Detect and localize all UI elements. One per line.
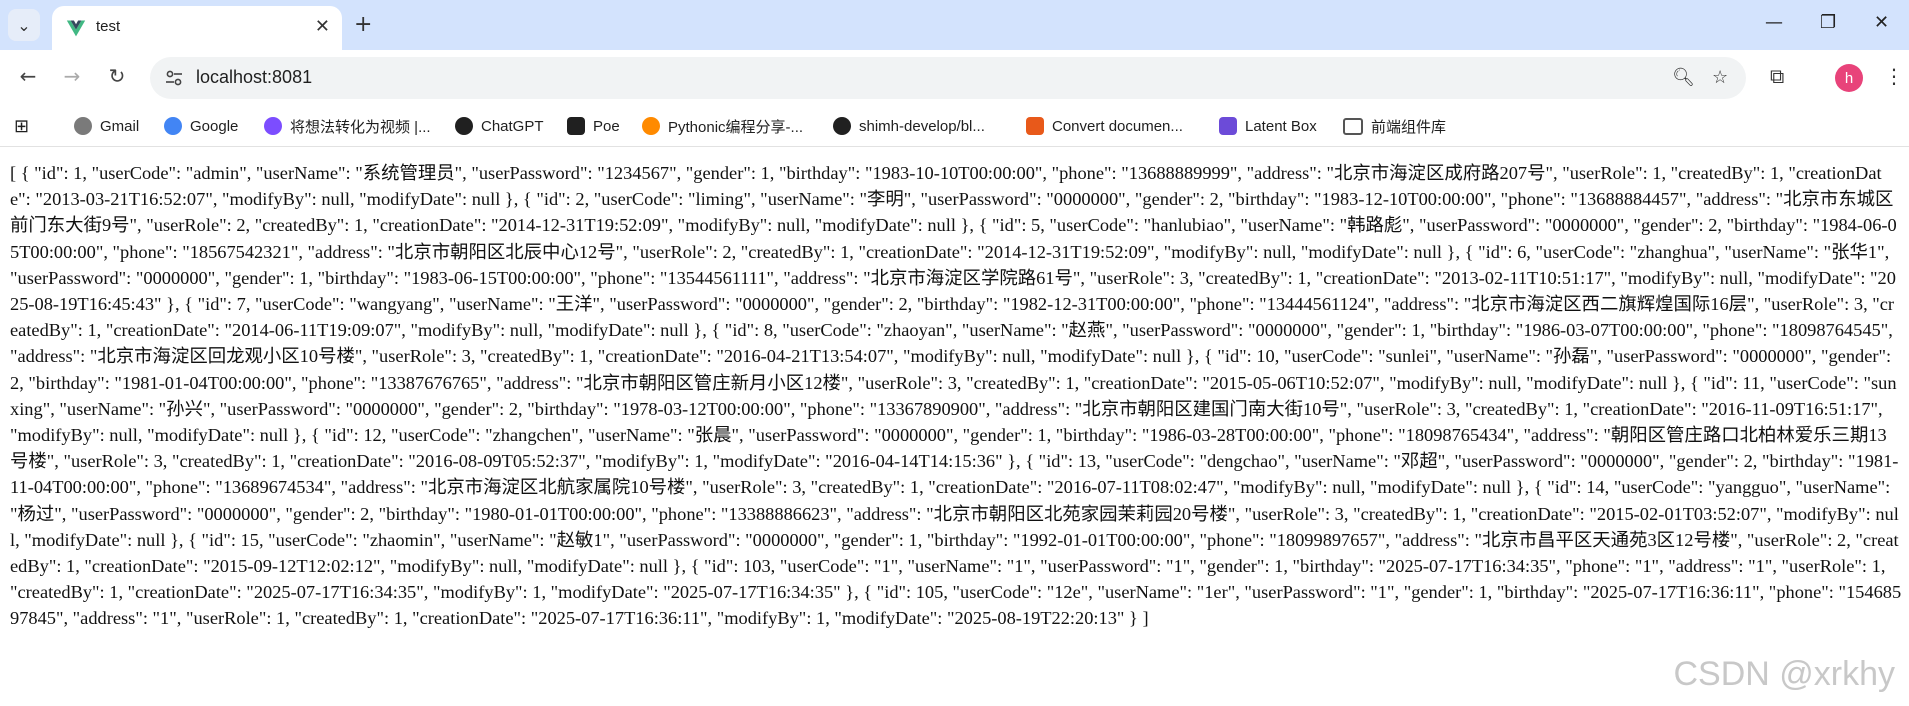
bookmark-github[interactable]: shimh-develop/bl... [833, 115, 985, 137]
bookmark-folder[interactable]: 前端组件库 [1343, 115, 1446, 137]
reload-icon[interactable]: ↻ [103, 64, 131, 88]
json-response: [ { "id": 1, "userCode": "admin", "userN… [10, 163, 1902, 629]
bookmark-convert[interactable]: Convert documen... [1026, 115, 1183, 137]
bookmark-chatgpt[interactable]: ChatGPT [455, 115, 544, 137]
chatgpt-icon [455, 117, 473, 135]
star-icon[interactable]: ☆ [1712, 67, 1728, 88]
tab-test[interactable]: test ✕ [52, 6, 342, 50]
url-text[interactable]: localhost:8081 [196, 67, 312, 88]
watermark: CSDN @xrkhy [1673, 655, 1895, 693]
address-bar[interactable]: localhost:8081 🔍︎ ☆ [150, 57, 1746, 99]
zoom-icon[interactable]: 🔍︎ [1672, 67, 1695, 88]
cube-icon [1219, 117, 1237, 135]
convert-icon [1026, 117, 1044, 135]
apps-icon[interactable]: ⊞ [14, 115, 29, 137]
video-app-icon [264, 117, 282, 135]
window-close-icon[interactable]: ✕ [1874, 12, 1889, 33]
github-icon [833, 117, 851, 135]
bookmark-gmail[interactable]: Gmail [74, 115, 139, 137]
pythonic-icon [642, 117, 660, 135]
globe-icon [74, 117, 92, 135]
restore-icon[interactable]: ❐ [1820, 12, 1836, 33]
bookmark-google[interactable]: Google [164, 115, 238, 137]
vue-logo-icon [66, 20, 86, 37]
bookmark-poe[interactable]: Poe [567, 115, 620, 137]
back-icon[interactable]: ← [14, 64, 42, 88]
extensions-icon[interactable]: ⧉ [1770, 64, 1784, 88]
bookmark-latent-box[interactable]: Latent Box [1219, 115, 1317, 137]
bookmark-video[interactable]: 将想法转化为视频 |... [264, 115, 431, 137]
menu-icon[interactable]: ⋮ [1884, 64, 1904, 88]
tab-search-icon[interactable]: ⌄ [8, 9, 40, 41]
toolbar: ← → ↻ localhost:8081 🔍︎ ☆ ⧉ h ⋮ [0, 50, 1909, 106]
google-icon [164, 117, 182, 135]
minimize-icon[interactable]: — [1765, 12, 1783, 33]
forward-icon[interactable]: → [58, 64, 86, 88]
tab-strip: ⌄ test ✕ + — ❐ ✕ [0, 0, 1909, 50]
bookmarks-bar: ⊞ Gmail Google 将想法转化为视频 |... ChatGPT Poe… [0, 106, 1909, 147]
bookmark-pythonic[interactable]: Pythonic编程分享-... [642, 115, 803, 137]
avatar[interactable]: h [1835, 64, 1863, 92]
site-info-icon[interactable] [164, 68, 184, 88]
close-icon[interactable]: ✕ [315, 16, 330, 37]
tab-title: test [96, 18, 121, 35]
new-tab-button[interactable]: + [354, 12, 372, 37]
folder-icon [1343, 117, 1363, 135]
poe-icon [567, 117, 585, 135]
